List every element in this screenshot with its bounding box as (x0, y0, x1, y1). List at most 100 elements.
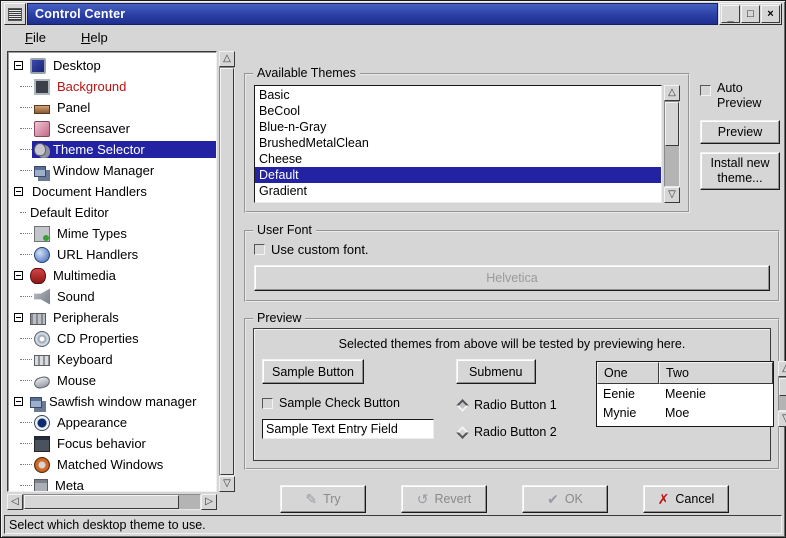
table-header-two[interactable]: Two (659, 362, 773, 384)
tree-item-cd-properties[interactable]: CD Properties (11, 328, 216, 349)
tree-item-matched-windows[interactable]: Matched Windows (11, 454, 216, 475)
theme-item-brushedmetalclean[interactable]: BrushedMetalClean (255, 135, 661, 151)
ok-button-disabled[interactable]: ✔ OK (522, 485, 608, 513)
focus-behavior-icon (34, 436, 50, 452)
use-custom-font-checkbox[interactable]: Use custom font. (254, 242, 770, 257)
scroll-up-button[interactable]: △ (778, 361, 786, 377)
tree-item-document-handlers[interactable]: Document Handlers (11, 181, 216, 202)
expander-minus-icon[interactable] (14, 187, 23, 196)
radio-2-label: Radio Button 2 (474, 425, 557, 439)
radio-button-1[interactable]: Radio Button 1 (456, 398, 586, 412)
auto-preview-checkbox[interactable]: Auto Preview (700, 81, 780, 111)
scroll-left-icon: ◁ (11, 497, 19, 507)
theme-item-cheese[interactable]: Cheese (255, 151, 661, 167)
scroll-right-button[interactable]: ▷ (201, 494, 217, 510)
tree-item-mime-types[interactable]: Mime Types (11, 223, 216, 244)
theme-item-becool[interactable]: BeCool (255, 103, 661, 119)
sample-button[interactable]: Sample Button (262, 359, 364, 384)
mime-types-icon (34, 226, 50, 242)
tree-connector (20, 422, 32, 423)
revert-button-disabled[interactable]: ↺ Revert (401, 485, 487, 513)
minimize-button[interactable]: _ (721, 5, 740, 23)
window-menu-button[interactable] (4, 3, 26, 25)
peripherals-icon (30, 313, 46, 325)
theme-actions-column: Auto Preview Preview Install new theme..… (700, 51, 780, 213)
tree-item-meta[interactable]: Meta (11, 475, 216, 492)
radio-diamond-icon (456, 399, 469, 412)
tree-item-background[interactable]: Background (11, 76, 216, 97)
table-row[interactable]: Eenie Meenie (597, 384, 773, 403)
tree-item-focus-behavior[interactable]: Focus behavior (11, 433, 216, 454)
tree-item-panel[interactable]: Panel (11, 97, 216, 118)
scroll-up-button[interactable]: △ (664, 85, 680, 101)
tree-item-theme-selector[interactable]: Theme Selector (11, 139, 216, 160)
mouse-icon (33, 374, 52, 389)
expander-minus-icon[interactable] (14, 313, 23, 322)
scrollbar-trough[interactable] (23, 494, 201, 510)
tree-item-mouse[interactable]: Mouse (11, 370, 216, 391)
available-themes-label: Available Themes (253, 66, 360, 80)
preview-frame: Preview Selected themes from above will … (244, 318, 780, 470)
ok-icon: ✔ (547, 492, 559, 506)
menu-help[interactable]: Help (77, 28, 112, 47)
scroll-down-button[interactable]: ▽ (219, 476, 235, 492)
preview-button[interactable]: Preview (700, 120, 780, 144)
scrollbar-thumb[interactable] (24, 495, 179, 509)
maximize-button[interactable]: □ (741, 5, 760, 23)
theme-item-gradient[interactable]: Gradient (255, 183, 661, 199)
tree-item-desktop[interactable]: Desktop (11, 55, 216, 76)
table-header-one[interactable]: One (597, 362, 659, 384)
tree-connector (20, 443, 32, 444)
expander-minus-icon[interactable] (14, 61, 23, 70)
scroll-down-button[interactable]: ▽ (664, 187, 680, 203)
tree-item-url-handlers[interactable]: URL Handlers (11, 244, 216, 265)
main-area: Desktop Background Panel Screensaver (4, 50, 782, 512)
tree-connector (20, 464, 32, 465)
submenu-button[interactable]: Submenu (456, 359, 536, 384)
expander-minus-icon[interactable] (14, 397, 23, 406)
tree-connector (20, 296, 32, 297)
scroll-up-button[interactable]: △ (219, 51, 235, 67)
tree-item-appearance[interactable]: Appearance (11, 412, 216, 433)
scroll-down-button[interactable]: ▽ (778, 411, 786, 427)
tree-item-window-manager[interactable]: Window Manager (11, 160, 216, 181)
tree-item-default-editor[interactable]: Default Editor (11, 202, 216, 223)
tree-horizontal-scrollbar[interactable]: ◁ ▷ (7, 494, 217, 510)
try-button-disabled[interactable]: ✎ Try (280, 485, 366, 513)
checkbox-icon (262, 398, 273, 409)
scrollbar-trough[interactable] (219, 67, 235, 476)
meta-icon (34, 479, 48, 492)
scroll-right-icon: ▷ (205, 497, 213, 507)
radio-button-2[interactable]: Radio Button 2 (456, 425, 586, 439)
scroll-left-button[interactable]: ◁ (7, 494, 23, 510)
close-button[interactable]: × (761, 5, 780, 23)
table-row[interactable]: Mynie Moe (597, 403, 773, 422)
tree-vertical-scrollbar[interactable]: △ ▽ (219, 51, 235, 492)
sample-check-button[interactable]: Sample Check Button (262, 396, 448, 410)
theme-item-default-selected[interactable]: Default (255, 167, 661, 183)
tree-item-sawfish[interactable]: Sawfish window manager (11, 391, 216, 412)
menu-file[interactable]: File (21, 28, 50, 47)
install-new-theme-button[interactable]: Install new theme... (700, 152, 780, 190)
theme-item-blue-n-gray[interactable]: Blue-n-Gray (255, 119, 661, 135)
scrollbar-trough[interactable] (778, 377, 786, 411)
tree-item-sound[interactable]: Sound (11, 286, 216, 307)
scrollbar-thumb[interactable] (779, 378, 786, 396)
scrollbar-trough[interactable] (664, 101, 680, 187)
tree-item-keyboard[interactable]: Keyboard (11, 349, 216, 370)
sample-table-scrollbar[interactable]: △ ▽ (778, 361, 786, 427)
radio-1-label: Radio Button 1 (474, 398, 557, 412)
tree-item-multimedia[interactable]: Multimedia (11, 265, 216, 286)
theme-list-scrollbar[interactable]: △ ▽ (664, 85, 680, 203)
scrollbar-thumb[interactable] (665, 102, 679, 146)
sample-text-entry[interactable] (262, 419, 434, 439)
status-text: Select which desktop theme to use. (9, 518, 206, 532)
cancel-button[interactable]: ✗ Cancel (643, 485, 729, 513)
font-picker-button-disabled[interactable]: Helvetica (254, 265, 770, 291)
expander-minus-icon[interactable] (14, 271, 23, 280)
tree-item-screensaver[interactable]: Screensaver (11, 118, 216, 139)
tree-item-peripherals[interactable]: Peripherals (11, 307, 216, 328)
cancel-x-icon: ✗ (658, 492, 670, 506)
theme-item-basic[interactable]: Basic (255, 87, 661, 103)
scrollbar-thumb[interactable] (220, 68, 234, 475)
